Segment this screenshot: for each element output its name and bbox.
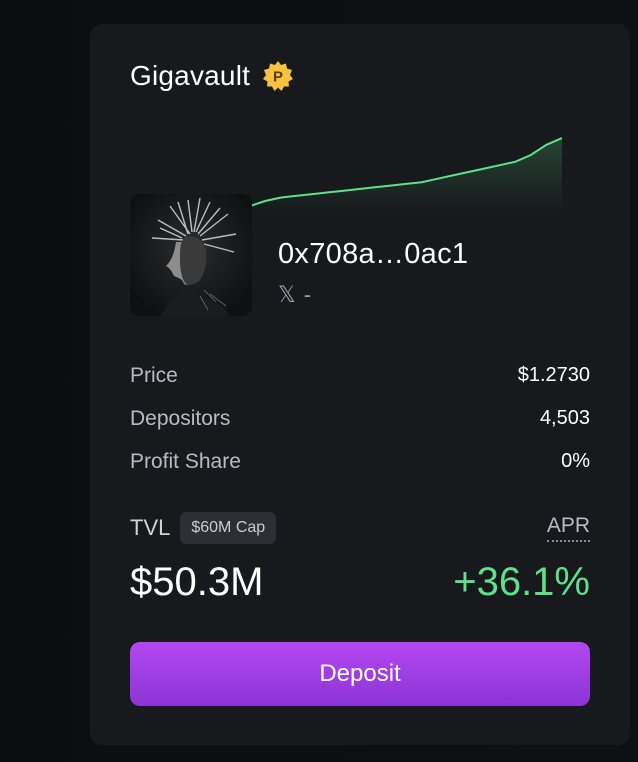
vault-avatar xyxy=(130,194,252,316)
tvl-apr-header: TVL $60M Cap APR xyxy=(130,512,590,544)
vault-header: Gigavault P xyxy=(130,60,294,92)
stat-value: 4,503 xyxy=(539,407,590,429)
stat-label: Profit Share xyxy=(130,449,241,473)
cap-badge: $60M Cap xyxy=(180,512,277,544)
tvl-value: $50.3M xyxy=(130,560,264,604)
stat-row-price: Price $1.2730 xyxy=(130,354,590,397)
vault-address[interactable]: 0x708a…0ac1 xyxy=(278,238,468,271)
tvl-label-group: TVL $60M Cap xyxy=(130,512,277,544)
stat-value: $1.2730 xyxy=(517,364,590,386)
vault-card[interactable]: Gigavault P 0x708a…0ac1 𝕏 - Price $1.273… xyxy=(90,24,630,745)
x-logo-icon[interactable]: 𝕏 xyxy=(278,284,296,306)
vault-name: Gigavault xyxy=(130,60,251,91)
sparkline-area xyxy=(250,138,562,212)
stat-row-profit-share: Profit Share 0% xyxy=(130,440,590,483)
stat-row-depositors: Depositors 4,503 xyxy=(130,397,590,440)
stat-label: Depositors xyxy=(130,406,231,430)
svg-text:P: P xyxy=(273,69,283,86)
apr-value: +36.1% xyxy=(453,560,590,604)
tvl-label: TVL xyxy=(130,515,171,540)
social-row: 𝕏 - xyxy=(278,282,311,308)
tvl-apr-values: $50.3M +36.1% xyxy=(130,560,590,605)
price-sparkline xyxy=(250,137,562,212)
stat-label: Price xyxy=(130,363,178,387)
p-badge-icon: P xyxy=(262,60,294,92)
social-handle: - xyxy=(303,282,312,307)
vault-stats: Price $1.2730 Depositors 4,503 Profit Sh… xyxy=(130,354,590,483)
page-background: Gigavault P 0x708a…0ac1 𝕏 - Price $1.273… xyxy=(0,0,638,762)
apr-label[interactable]: APR xyxy=(546,514,590,542)
stat-value: 0% xyxy=(561,450,590,472)
deposit-button[interactable]: Deposit xyxy=(130,642,590,706)
